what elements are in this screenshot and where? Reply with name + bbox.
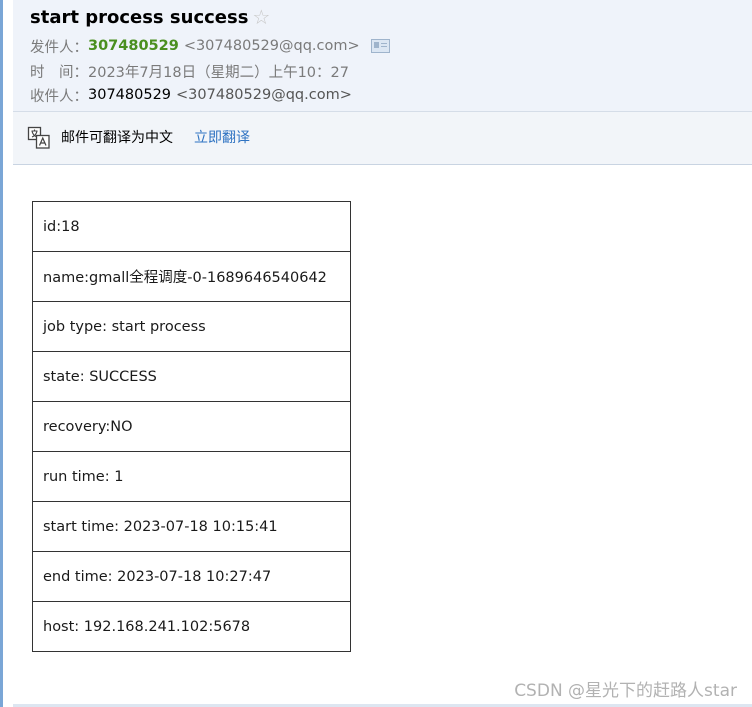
mail-header: start process success ☆ 发件人： 307480529 <… <box>13 0 752 111</box>
mail-subject: start process success <box>30 6 249 28</box>
table-row: end time: 2023-07-18 10:27:47 <box>32 551 351 602</box>
job-info-table: id:18 name:gmall全程调度-0-1689646540642 job… <box>32 201 351 652</box>
sender-label: 发件人： <box>30 39 88 56</box>
email-view: start process success ☆ 发件人： 307480529 <… <box>0 0 752 707</box>
table-cell-host: host: 192.168.241.102:5678 <box>32 601 351 652</box>
table-row: state: SUCCESS <box>32 351 351 402</box>
table-cell-id: id:18 <box>32 201 351 252</box>
table-row: start time: 2023-07-18 10:15:41 <box>32 501 351 552</box>
time-label: 时 间： <box>30 64 88 81</box>
recipient-row: 收件人： 307480529 <307480529@qq.com> <box>30 84 352 106</box>
translate-icon[interactable] <box>27 126 51 150</box>
table-cell-start-time: start time: 2023-07-18 10:15:41 <box>32 501 351 552</box>
left-border <box>0 0 3 707</box>
star-outline-icon[interactable]: ☆ <box>252 7 270 27</box>
table-cell-name: name:gmall全程调度-0-1689646540642 <box>32 251 351 302</box>
table-row: run time: 1 <box>32 451 351 502</box>
recipient-label: 收件人： <box>30 88 88 105</box>
table-row: recovery:NO <box>32 401 351 452</box>
table-cell-state: state: SUCCESS <box>32 351 351 402</box>
recipient-name[interactable]: 307480529 <box>88 87 171 103</box>
translate-bar: 邮件可翻译为中文 立即翻译 <box>13 112 752 165</box>
translate-message: 邮件可翻译为中文 <box>61 130 173 146</box>
table-cell-recovery: recovery:NO <box>32 401 351 452</box>
recipient-address[interactable]: <307480529@qq.com> <box>176 87 352 103</box>
table-row: job type: start process <box>32 301 351 352</box>
table-row: name:gmall全程调度-0-1689646540642 <box>32 251 351 302</box>
sender-row: 发件人： 307480529 <307480529@qq.com> <box>30 35 390 57</box>
contact-card-icon[interactable] <box>370 39 390 53</box>
csdn-watermark: CSDN @星光下的赶路人star <box>514 681 737 701</box>
sender-address[interactable]: <307480529@qq.com> <box>184 38 360 54</box>
table-cell-job-type: job type: start process <box>32 301 351 352</box>
table-row: host: 192.168.241.102:5678 <box>32 601 351 652</box>
table-cell-end-time: end time: 2023-07-18 10:27:47 <box>32 551 351 602</box>
table-cell-run-time: run time: 1 <box>32 451 351 502</box>
translate-now-link[interactable]: 立即翻译 <box>194 127 250 149</box>
sender-name[interactable]: 307480529 <box>88 38 179 54</box>
time-row: 时 间： 2023年7月18日（星期二）上午10：27 <box>30 60 349 82</box>
time-value: 2023年7月18日（星期二）上午10：27 <box>88 64 349 81</box>
table-row: id:18 <box>32 201 351 252</box>
subject-row: start process success ☆ <box>30 4 270 30</box>
